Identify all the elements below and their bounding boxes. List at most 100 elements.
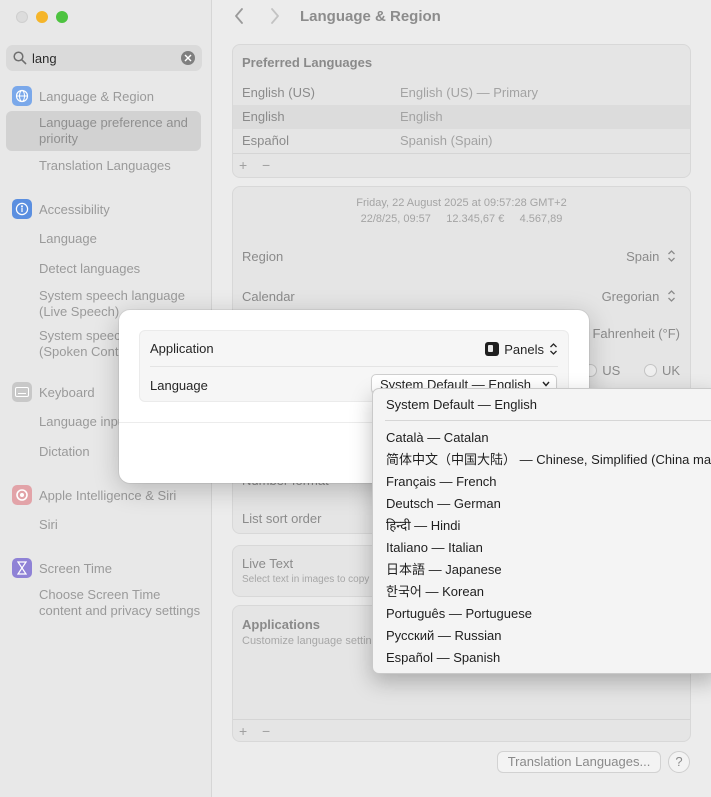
zoom-button[interactable] [56,11,68,23]
number-format-preview: 22/8/25, 09:57 12.345,67 € 4.567,89 [360,213,563,225]
sidebar-section-label: Keyboard [39,384,95,400]
menu-item-russian[interactable]: Русский — Russian [386,626,501,646]
language-row[interactable]: English English [233,105,690,129]
divider [150,366,558,367]
application-value: Panels [504,341,544,357]
language-detail: English [400,109,443,124]
sidebar-item-translation-languages[interactable]: Translation Languages [39,158,201,174]
add-application-button[interactable]: + [239,723,247,739]
accessibility-icon [12,199,32,219]
region-popup[interactable]: Spain [626,249,676,264]
hourglass-icon [12,558,32,578]
sidebar-item-label: Translation Languages [39,158,171,173]
add-remove-bar: + − [233,719,690,743]
menu-item-portuguese[interactable]: Português — Portuguese [386,604,532,624]
sidebar-section-accessibility[interactable]: Accessibility [12,197,110,221]
forward-chevron-icon[interactable] [270,8,280,27]
language-name: Español [242,133,289,148]
clear-search-icon[interactable] [181,51,195,65]
minimize-button[interactable] [36,11,48,23]
search-field[interactable] [6,45,202,71]
language-name: English (US) [242,85,315,100]
calendar-label: Calendar [242,289,295,304]
applications-label: Applications [242,617,321,632]
sidebar-item-detect-languages[interactable]: Detect languages [39,261,201,277]
application-popup[interactable]: Panels [485,340,558,358]
sidebar-section-language-region[interactable]: Language & Region [12,84,154,108]
radio-label: UK [661,363,680,378]
calendar-popup[interactable]: Gregorian [602,289,676,304]
sidebar-section-label: Screen Time [39,560,112,576]
sidebar-section-screen-time[interactable]: Screen Time [12,556,112,580]
search-input[interactable] [32,49,182,67]
menu-item-catalan[interactable]: Català — Catalan [386,428,489,448]
live-text-description: Select text in images to copy [242,574,370,585]
sidebar-section-label: Accessibility [39,201,110,217]
menu-item-japanese[interactable]: 日本語 — Japanese [386,560,502,580]
sidebar-item-label: Language [39,231,97,246]
remove-language-button[interactable]: − [262,157,270,173]
sidebar-section-keyboard[interactable]: Keyboard [12,380,95,404]
sidebar-item-label: Language preference and priority [39,115,188,146]
menu-item-korean[interactable]: 한국어 — Korean [386,582,484,602]
menu-item-hindi[interactable]: हिन्दी — Hindi [386,516,460,536]
language-detail: English (US) — Primary [400,85,538,100]
sidebar-item-label: Language input [39,414,129,429]
list-sort-label: List sort order [242,511,322,526]
remove-application-button[interactable]: − [262,723,270,739]
language-label: Language [150,378,208,393]
close-button[interactable] [16,11,28,23]
menu-item-french[interactable]: Français — French [386,472,497,492]
language-detail: Spanish (Spain) [400,133,493,148]
translation-languages-button[interactable]: Translation Languages... [497,751,661,773]
preferred-languages-panel: Preferred Languages English (US) English… [232,44,691,178]
sidebar-item-label: Siri [39,517,58,532]
sidebar-item-label: Dictation [39,444,90,459]
search-icon [13,51,27,68]
apple-intelligence-icon [12,485,32,505]
sidebar-item-screen-time-content[interactable]: Choose Screen Time content and privacy s… [39,587,201,619]
menu-item-italian[interactable]: Italiano — Italian [386,538,483,558]
language-row[interactable]: Español Spanish (Spain) [233,129,690,153]
sidebar-item-language-preference[interactable]: Language preference and priority [6,111,201,151]
menu-item-spanish[interactable]: Español — Spanish [386,648,500,668]
live-text-label: Live Text [242,556,294,571]
radio-circle [643,364,657,377]
page-title: Language & Region [300,8,441,25]
date-format-preview: Friday, 22 August 2025 at 09:57:28 GMT+2 [356,197,567,209]
help-button[interactable]: ? [668,751,690,773]
globe-icon [12,86,32,106]
menu-item-german[interactable]: Deutsch — German [386,494,501,514]
menu-item-chinese-simplified[interactable]: 简体中文（中国大陆） — Chinese, Simplified (China … [386,450,711,470]
sidebar-item-accessibility-language[interactable]: Language [39,231,201,247]
sidebar-section-label: Language & Region [39,88,154,104]
language-menu: System Default — English Català — Catala… [372,388,711,674]
panels-app-icon [485,342,500,356]
temperature-popup[interactable]: Fahrenheit (°F) [592,326,680,341]
menu-separator [385,420,711,421]
applications-description: Customize language settings [242,635,384,647]
application-label: Application [150,341,214,356]
sidebar-item-label: Detect languages [39,261,141,276]
panel-title: Preferred Languages [242,55,373,70]
temperature-value: Fahrenheit (°F) [592,326,680,341]
radio-us[interactable]: US [584,363,620,378]
chevron-down-icon [542,381,550,387]
calendar-value: Gregorian [601,289,660,304]
radio-label: US [602,363,621,378]
radio-uk[interactable]: UK [643,363,680,378]
language-row[interactable]: English (US) English (US) — Primary [233,81,690,105]
add-language-button[interactable]: + [239,157,247,173]
sidebar-section-apple-intelligence[interactable]: Apple Intelligence & Siri [12,483,176,507]
sidebar-item-label: Choose Screen Time content and privacy s… [39,587,201,618]
stepper-icon [550,343,557,355]
measurement-radios: US UK [584,363,680,378]
back-chevron-icon[interactable] [234,8,244,27]
sidebar-item-siri[interactable]: Siri [39,517,201,533]
keyboard-icon [12,382,32,402]
region-label: Region [242,249,284,264]
language-name: English [242,109,285,124]
sidebar-section-label: Apple Intelligence & Siri [39,487,177,503]
menu-item-system-default[interactable]: System Default — English [386,395,537,415]
region-value: Spain [626,249,660,264]
